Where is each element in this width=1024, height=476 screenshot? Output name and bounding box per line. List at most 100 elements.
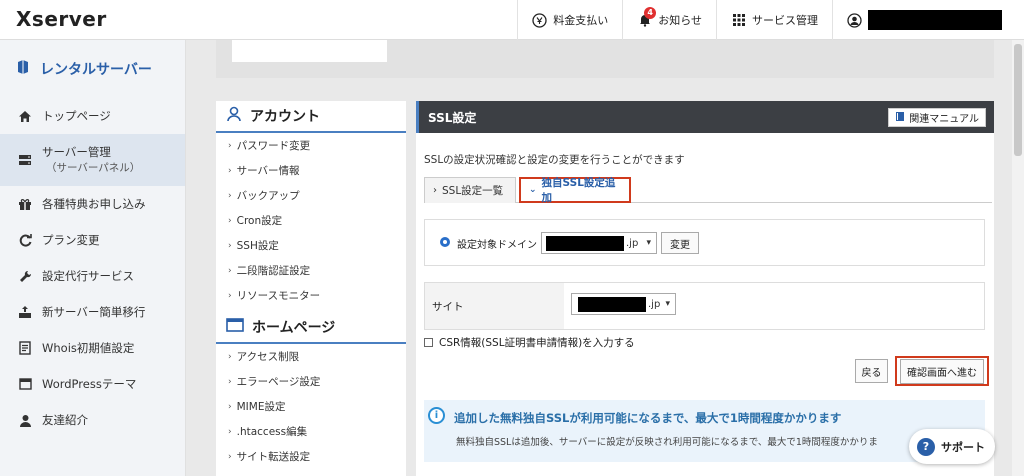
top-nav: 料金支払い 4 お知らせ サービス管理 <box>517 0 1024 40</box>
sidebar-item-server[interactable]: サーバー管理 （サーバーパネル） <box>0 134 185 186</box>
sidebar-title[interactable]: レンタルサーバー <box>0 40 185 98</box>
info-icon: i <box>428 407 445 424</box>
sidebar-item-referral[interactable]: 友達紹介 <box>0 402 185 438</box>
notice-badge: 4 <box>644 6 657 19</box>
info-text: 無料独自SSLは追加後、サーバーに設定が反映され利用可能になるまで、最大で1時間… <box>456 437 878 448</box>
notice-nav[interactable]: 4 お知らせ <box>622 0 716 40</box>
service-nav[interactable]: サービス管理 <box>716 0 832 40</box>
panel-header: SSL設定 関連マニュアル <box>416 101 994 133</box>
sidebar-item-top[interactable]: トップページ <box>0 98 185 134</box>
confirm-button[interactable]: 確認画面へ進む <box>900 358 984 384</box>
sidebar-item-sublabel: （サーバーパネル） <box>46 162 141 174</box>
sidebar: レンタルサーバー トップページ サーバー管理 （サーバーパネル） 各種特典お申し… <box>0 40 186 476</box>
menu-item-password[interactable]: › パスワード変更 <box>216 133 406 158</box>
user-name-redacted <box>868 10 1002 30</box>
menu-item-label: エラーページ設定 <box>236 376 321 388</box>
sidebar-title-label: レンタルサーバー <box>40 62 152 78</box>
menu-item-2fa[interactable]: › 二段階認証設定 <box>216 258 406 283</box>
sidebar-item-setup-service[interactable]: 設定代行サービス <box>0 258 185 294</box>
menu-item-label: MIME設定 <box>236 401 286 413</box>
menu-item-label: リソースモニター <box>236 290 321 302</box>
chevron-right-icon: › <box>228 140 232 151</box>
menu-account-title: アカウント <box>250 109 320 125</box>
homepage-icon <box>226 318 244 336</box>
chevron-right-icon: › <box>228 376 232 387</box>
menu-item-label: .htaccess編集 <box>236 426 308 438</box>
sidebar-item-plan[interactable]: プラン変更 <box>0 222 185 258</box>
menu-item-resource-monitor[interactable]: › リソースモニター <box>216 283 406 308</box>
chevron-down-icon: ▾ <box>665 299 670 309</box>
billing-nav[interactable]: 料金支払い <box>517 0 622 40</box>
csr-checkbox[interactable] <box>424 338 433 347</box>
panel-header-accent <box>416 101 419 133</box>
chevron-right-icon: › <box>228 290 232 301</box>
chevron-right-icon: › <box>228 426 232 437</box>
user-menu[interactable] <box>832 0 1024 40</box>
sidebar-item-wp-theme[interactable]: WordPressテーマ <box>0 366 185 402</box>
ssl-tabs: › SSL設定一覧 ⌄ 独自SSL設定追加 <box>424 177 992 204</box>
menu-item-ssh[interactable]: › SSH設定 <box>216 233 406 258</box>
tab-add-ssl[interactable]: ⌄ 独自SSL設定追加 <box>519 177 631 204</box>
menu-item-label: サーバー情報 <box>236 165 300 177</box>
sidebar-item-label: Whois初期値設定 <box>42 341 135 355</box>
info-title: 追加した無料独自SSLが利用可能になるまで、最大で1時間程度かかります <box>454 411 842 425</box>
domain-select[interactable]: .jp ▾ <box>541 232 657 254</box>
menu-item-site-forward[interactable]: › サイト転送設定 <box>216 444 406 469</box>
support-button[interactable]: ? サポート <box>909 429 995 464</box>
chevron-right-icon: › <box>228 240 232 251</box>
chevron-right-icon: › <box>228 215 232 226</box>
chevron-right-icon: › <box>228 165 232 176</box>
sidebar-item-label: 各種特典お申し込み <box>42 197 146 211</box>
server-icon <box>18 153 32 167</box>
csr-label: CSR情報(SSL証明書申請情報)を入力する <box>439 337 635 349</box>
manual-button-label: 関連マニュアル <box>909 114 979 125</box>
menu-item-backup[interactable]: › バックアップ <box>216 183 406 208</box>
person-icon <box>18 413 32 427</box>
chevron-right-icon: › <box>228 265 232 276</box>
menu-item-label: Cron設定 <box>236 215 283 227</box>
menu-item-access-restriction[interactable]: › アクセス制限 <box>216 344 406 369</box>
grid-icon <box>731 13 746 28</box>
chevron-right-icon: › <box>228 190 232 201</box>
menu-item-error-page[interactable]: › エラーページ設定 <box>216 369 406 394</box>
scrollbar-thumb[interactable] <box>1014 44 1022 156</box>
menu-item-htaccess[interactable]: › .htaccess編集 <box>216 419 406 444</box>
panel-title: SSL設定 <box>428 110 477 125</box>
change-button[interactable]: 変更 <box>661 232 699 254</box>
site-select[interactable]: .jp ▾ <box>571 293 676 315</box>
xserver-logo[interactable]: Xserver <box>16 7 107 31</box>
domain-radio[interactable] <box>440 237 450 247</box>
site-suffix: .jp <box>648 298 661 310</box>
manual-button[interactable]: 関連マニュアル <box>888 108 986 127</box>
sidebar-item-migration[interactable]: 新サーバー簡単移行 <box>0 294 185 330</box>
menu-item-label: 二段階認証設定 <box>236 265 311 277</box>
menu-item-server-info[interactable]: › サーバー情報 <box>216 158 406 183</box>
book-icon <box>895 111 905 125</box>
sidebar-item-whois[interactable]: Whois初期値設定 <box>0 330 185 366</box>
tab-label: 独自SSL設定追加 <box>541 177 616 204</box>
back-button[interactable]: 戻る <box>855 359 888 383</box>
document-icon <box>18 341 32 355</box>
menu-item-cron[interactable]: › Cron設定 <box>216 208 406 233</box>
sidebar-item-label: WordPressテーマ <box>42 377 137 391</box>
menu-item-mime[interactable]: › MIME設定 <box>216 394 406 419</box>
domain-redacted <box>546 235 624 251</box>
sidebar-item-benefits[interactable]: 各種特典お申し込み <box>0 186 185 222</box>
csr-option[interactable]: CSR情報(SSL証明書申請情報)を入力する <box>424 335 635 350</box>
yen-icon <box>532 12 547 28</box>
domain-label: 設定対象ドメイン <box>457 240 537 251</box>
billing-label: 料金支払い <box>553 14 609 27</box>
question-icon: ? <box>917 437 935 456</box>
menu-item-label: アクセス制限 <box>236 351 300 363</box>
support-label: サポート <box>941 440 985 454</box>
panel-menu: アカウント › パスワード変更 › サーバー情報 › バックアップ › Cron設定 ›… <box>216 101 406 476</box>
sidebar-item-label: 設定代行サービス <box>42 269 134 283</box>
notice-label: お知らせ <box>658 14 702 27</box>
menu-homepage-title: ホームページ <box>252 320 336 336</box>
chevron-right-icon: › <box>228 351 232 362</box>
user-icon <box>847 12 862 28</box>
tab-ssl-list[interactable]: › SSL設定一覧 <box>424 177 516 203</box>
menu-item-label: パスワード変更 <box>236 140 311 152</box>
sidebar-item-label: トップページ <box>42 109 111 123</box>
panel-description: SSLの設定状況確認と設定の変更を行うことができます <box>424 154 685 166</box>
